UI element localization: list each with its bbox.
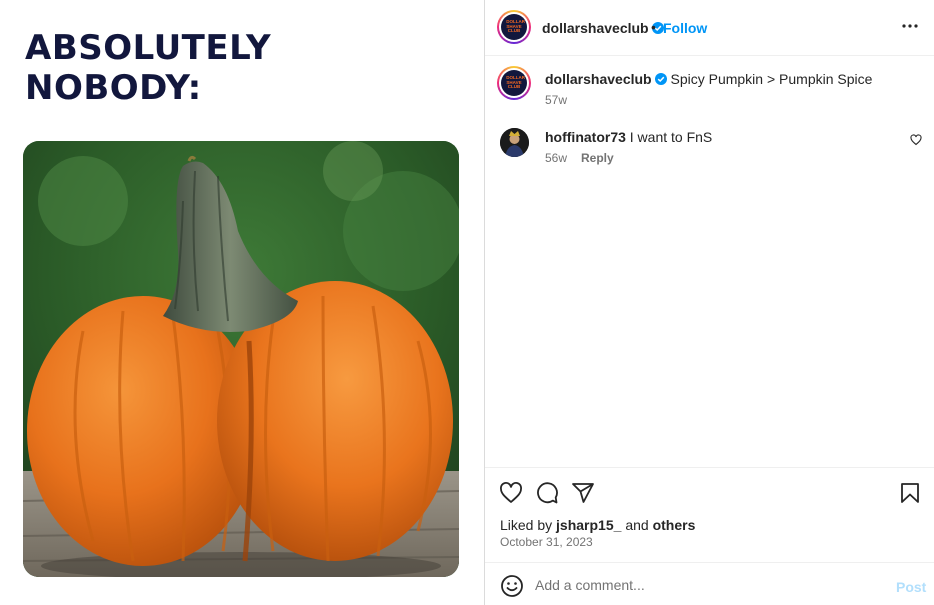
pumpkin-image — [23, 141, 459, 577]
comment-text: I want to FnS — [629, 129, 713, 145]
meme-headline: ABSOLUTELY NOBODY: — [25, 28, 271, 108]
brand-logo: DOLLAR SHAVE CLUB — [501, 70, 527, 96]
post-comment-button[interactable]: Post — [896, 579, 926, 595]
post-date[interactable]: October 31, 2023 — [500, 535, 593, 549]
caption-author-avatar[interactable]: DOLLAR SHAVE CLUB — [497, 66, 531, 100]
save-icon[interactable] — [898, 481, 922, 505]
post-sidebar: DOLLAR SHAVE CLUB dollarshaveclub • Foll… — [485, 0, 934, 605]
brand-logo: DOLLAR SHAVE CLUB — [501, 14, 527, 40]
liked-by-others[interactable]: others — [653, 517, 696, 533]
author-avatar[interactable]: DOLLAR SHAVE CLUB — [497, 10, 531, 44]
follow-button[interactable]: Follow — [663, 20, 707, 36]
comment-input[interactable] — [535, 574, 885, 596]
comment-composer: Post — [485, 562, 934, 605]
post-header: DOLLAR SHAVE CLUB dollarshaveclub • Foll… — [485, 0, 934, 56]
caption-timestamp[interactable]: 57w — [545, 93, 567, 107]
separator-dot: • — [651, 19, 656, 35]
commenter-avatar[interactable] — [500, 128, 529, 157]
liked-by-user[interactable]: jsharp15_ — [556, 517, 621, 533]
author-username[interactable]: dollarshaveclub — [542, 20, 664, 36]
comment-item: hoffinator73 I want to FnS 56w Reply — [485, 126, 934, 176]
commenter-username[interactable]: hoffinator73 — [545, 129, 626, 145]
instagram-post: ABSOLUTELY NOBODY: DOLLAR SHAVE CLUB dol… — [0, 0, 934, 605]
post-media: ABSOLUTELY NOBODY: — [0, 0, 484, 605]
caption-username[interactable]: dollarshaveclub — [545, 71, 652, 87]
caption-text: Spicy Pumpkin > Pumpkin Spice — [670, 71, 873, 87]
post-actions: Liked by jsharp15_ and others October 31… — [485, 467, 934, 561]
share-icon[interactable] — [571, 481, 595, 505]
pumpkin-photo — [23, 141, 459, 577]
liked-by-summary: Liked by jsharp15_ and others — [500, 517, 696, 533]
headline-line-1: ABSOLUTELY — [25, 28, 272, 68]
comment-like-heart-icon[interactable] — [910, 134, 922, 146]
comments-section: DOLLAR SHAVE CLUB dollarshaveclub Spicy … — [485, 56, 934, 466]
verified-badge-icon — [654, 73, 667, 85]
headline-line-2: NOBODY: — [25, 68, 202, 108]
emoji-icon[interactable] — [500, 574, 524, 598]
commenter-avatar-image — [500, 128, 529, 157]
heart-icon[interactable] — [499, 481, 523, 505]
comment-icon[interactable] — [535, 481, 559, 505]
comment-timestamp[interactable]: 56w — [545, 151, 567, 165]
more-options-icon[interactable] — [900, 16, 920, 36]
reply-button[interactable]: Reply — [581, 151, 614, 165]
